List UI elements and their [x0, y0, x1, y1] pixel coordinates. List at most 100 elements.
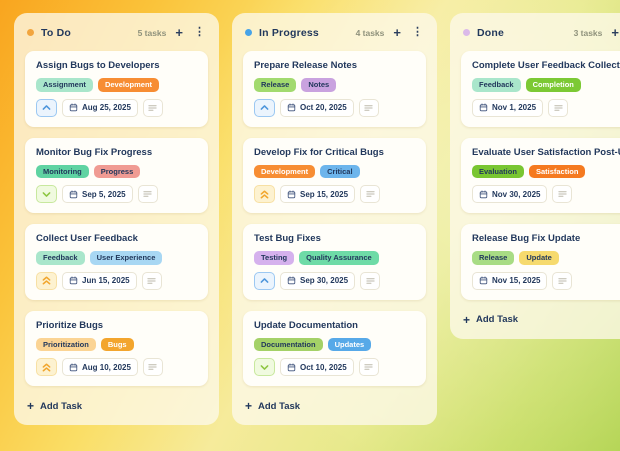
tag: Release: [472, 251, 514, 265]
task-card[interactable]: Collect User Feedback Feedback User Expe…: [25, 224, 208, 300]
add-card-button[interactable]: +: [391, 26, 403, 39]
column-title: In Progress: [259, 27, 319, 39]
task-card[interactable]: Update Documentation Documentation Updat…: [243, 311, 426, 387]
tag-list: Release Notes: [254, 78, 415, 92]
priority-chip[interactable]: [254, 272, 275, 290]
task-card[interactable]: Prioritize Bugs Prioritization Bugs Aug …: [25, 311, 208, 387]
add-task-button[interactable]: + Add Task: [461, 312, 620, 328]
card-meta: Aug 25, 2025: [36, 99, 197, 117]
due-date-chip[interactable]: Oct 20, 2025: [280, 99, 354, 117]
notes-chip[interactable]: [138, 185, 158, 203]
card-meta: Sep 30, 2025: [254, 272, 415, 290]
due-date-chip[interactable]: Nov 30, 2025: [472, 185, 547, 203]
add-card-button[interactable]: +: [609, 26, 620, 39]
description-lines-icon: [143, 190, 152, 198]
tag: Development: [254, 165, 315, 179]
tag: Monitoring: [36, 165, 89, 179]
tag-list: Monitoring Progress: [36, 165, 197, 179]
add-task-label: Add Task: [40, 401, 82, 412]
add-card-button[interactable]: +: [173, 26, 185, 39]
calendar-icon: [479, 103, 488, 112]
tag: Satisfaction: [529, 165, 586, 179]
due-date: Aug 25, 2025: [82, 103, 131, 112]
add-task-label: Add Task: [476, 314, 518, 325]
calendar-icon: [287, 363, 296, 372]
priority-chip[interactable]: [254, 185, 275, 203]
priority-chip[interactable]: [254, 99, 275, 117]
column-menu-button[interactable]: ⋮: [410, 27, 424, 38]
plus-icon: +: [245, 400, 252, 412]
notes-chip[interactable]: [359, 358, 379, 376]
kebab-menu-icon: ⋮: [194, 26, 204, 38]
calendar-icon: [69, 276, 78, 285]
card-title: Release Bug Fix Update: [472, 233, 620, 244]
tag: Completion: [526, 78, 581, 92]
column-menu-button[interactable]: ⋮: [192, 27, 206, 38]
tag: Updates: [328, 338, 372, 352]
column-status-dot: [245, 29, 252, 36]
tag: Evaluation: [472, 165, 524, 179]
priority-chip[interactable]: [254, 358, 275, 376]
column-task-count: 3 tasks: [574, 28, 603, 38]
due-date-chip[interactable]: Sep 5, 2025: [62, 185, 133, 203]
priority-chip[interactable]: [36, 99, 57, 117]
notes-chip[interactable]: [359, 99, 379, 117]
due-date: Sep 30, 2025: [300, 276, 348, 285]
add-task-button[interactable]: + Add Task: [243, 398, 426, 414]
tag-list: Prioritization Bugs: [36, 338, 197, 352]
task-card[interactable]: Complete User Feedback Collection Feedba…: [461, 51, 620, 127]
column-header: In Progress 4 tasks + ⋮: [243, 24, 426, 39]
priority-chip[interactable]: [36, 185, 57, 203]
kanban-column: To Do 5 tasks + ⋮ Assign Bugs to Develop…: [14, 13, 219, 425]
description-lines-icon: [364, 104, 373, 112]
due-date-chip[interactable]: Aug 25, 2025: [62, 99, 138, 117]
due-date-chip[interactable]: Nov 1, 2025: [472, 99, 543, 117]
task-card[interactable]: Release Bug Fix Update Release Update No…: [461, 224, 620, 300]
plus-icon: +: [393, 25, 401, 40]
calendar-icon: [69, 190, 78, 199]
task-card[interactable]: Test Bug Fixes Testing Quality Assurance…: [243, 224, 426, 300]
notes-chip[interactable]: [548, 99, 568, 117]
tag-list: Release Update: [472, 251, 620, 265]
due-date: Sep 5, 2025: [82, 190, 126, 199]
notes-chip[interactable]: [360, 272, 380, 290]
due-date-chip[interactable]: Sep 30, 2025: [280, 272, 355, 290]
task-card[interactable]: Evaluate User Satisfaction Post-Update E…: [461, 138, 620, 214]
due-date-chip[interactable]: Jun 15, 2025: [62, 272, 137, 290]
notes-chip[interactable]: [142, 272, 162, 290]
calendar-icon: [479, 190, 488, 199]
card-meta: Aug 10, 2025: [36, 358, 197, 376]
tag: Prioritization: [36, 338, 96, 352]
task-card[interactable]: Prepare Release Notes Release Notes Oct …: [243, 51, 426, 127]
due-date-chip[interactable]: Sep 15, 2025: [280, 185, 355, 203]
due-date: Sep 15, 2025: [300, 190, 348, 199]
column-header: Done 3 tasks + ⋮: [461, 24, 620, 39]
priority-chip[interactable]: [36, 358, 57, 376]
due-date: Jun 15, 2025: [82, 276, 130, 285]
task-card[interactable]: Develop Fix for Critical Bugs Developmen…: [243, 138, 426, 214]
column-status-dot: [27, 29, 34, 36]
card-list: Prepare Release Notes Release Notes Oct …: [243, 51, 426, 386]
notes-chip[interactable]: [360, 185, 380, 203]
chevron-up-icon: [260, 104, 269, 111]
notes-chip[interactable]: [552, 185, 572, 203]
notes-chip[interactable]: [552, 272, 572, 290]
add-task-button[interactable]: + Add Task: [25, 398, 208, 414]
due-date: Oct 10, 2025: [300, 363, 347, 372]
card-meta: Jun 15, 2025: [36, 272, 197, 290]
card-title: Develop Fix for Critical Bugs: [254, 147, 415, 158]
tag-list: Evaluation Satisfaction: [472, 165, 620, 179]
notes-chip[interactable]: [143, 99, 163, 117]
due-date-chip[interactable]: Oct 10, 2025: [280, 358, 354, 376]
priority-chip[interactable]: [36, 272, 57, 290]
card-list: Complete User Feedback Collection Feedba…: [461, 51, 620, 300]
due-date-chip[interactable]: Nov 15, 2025: [472, 272, 547, 290]
notes-chip[interactable]: [143, 358, 163, 376]
task-card[interactable]: Assign Bugs to Developers Assignment Dev…: [25, 51, 208, 127]
card-meta: Sep 15, 2025: [254, 185, 415, 203]
task-card[interactable]: Monitor Bug Fix Progress Monitoring Prog…: [25, 138, 208, 214]
due-date: Nov 1, 2025: [492, 103, 536, 112]
due-date-chip[interactable]: Aug 10, 2025: [62, 358, 138, 376]
tag-list: Feedback Completion: [472, 78, 620, 92]
calendar-icon: [287, 103, 296, 112]
